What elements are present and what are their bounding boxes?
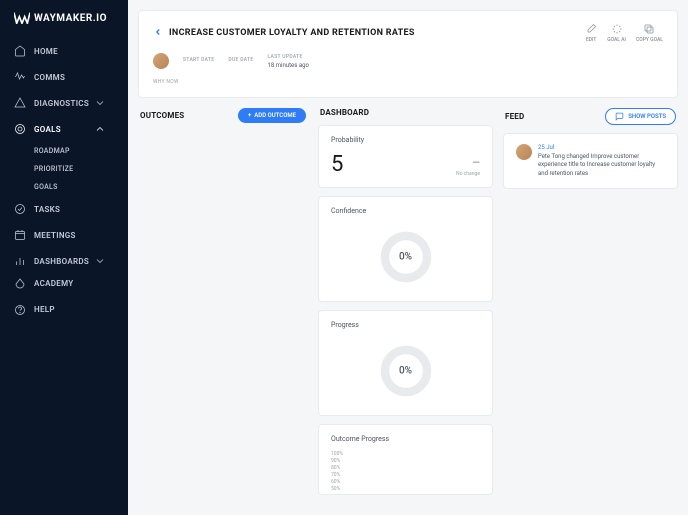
nav-sub-prioritize[interactable]: PRIORITIZE	[34, 160, 128, 178]
help-icon	[14, 304, 26, 316]
progress-gauge: 0%	[378, 343, 434, 399]
logo-icon	[14, 12, 30, 24]
axis-tick: 60%	[331, 479, 480, 485]
comment-icon	[615, 112, 624, 121]
probability-change-text: No change	[456, 171, 480, 177]
why-now-label[interactable]: WHY NOW	[153, 79, 663, 85]
nav-item-comms[interactable]: COMMS	[0, 64, 128, 90]
progress-label: Progress	[331, 321, 480, 329]
chevron-down-icon	[94, 255, 106, 267]
confidence-gauge: 0%	[378, 229, 434, 285]
probability-label: Probability	[331, 136, 480, 144]
last-update-label: LAST UPDATE	[268, 54, 309, 60]
header-actions: EDIT GOAL AI COPY GOAL	[585, 23, 663, 43]
axis-tick: 100%	[331, 451, 480, 457]
nav-item-help[interactable]: HELP	[0, 297, 128, 323]
progress-value: 0%	[399, 366, 412, 377]
diag-icon	[14, 97, 26, 109]
axis-tick: 90%	[331, 458, 480, 464]
outcome-progress-card: Outcome Progress 100%90%80%70%60%50%	[318, 424, 493, 495]
nav-sub-goals[interactable]: GOALS	[34, 178, 128, 196]
axis-tick: 80%	[331, 465, 480, 471]
dash-icon	[14, 255, 26, 267]
comms-icon	[14, 71, 26, 83]
dashboard-column: DASHBOARD Probability 5 — No change Conf…	[318, 108, 493, 505]
feed-column: FEED SHOW POSTS 25 Jul Pete Tong changed …	[503, 108, 678, 505]
goal-title: INCREASE CUSTOMER LOYALTY AND RETENTION …	[169, 28, 415, 38]
feed-item: 25 Jul Pete Tong changed Improve customer…	[516, 144, 665, 178]
nav-item-meetings[interactable]: MEETINGS	[0, 222, 128, 248]
logo-text: WAYMAKER.IO	[34, 13, 107, 24]
start-date-label: START DATE	[183, 57, 214, 63]
outcomes-column: OUTCOMES + ADD OUTCOME	[138, 108, 308, 505]
copy-icon	[643, 23, 655, 35]
nav-item-home[interactable]: HOME	[0, 38, 128, 64]
axis-tick: 70%	[331, 472, 480, 478]
probability-change-symbol: —	[472, 158, 480, 169]
chevron-up-icon	[94, 123, 106, 135]
feed-date: 25 Jul	[538, 144, 665, 151]
feed-card: 25 Jul Pete Tong changed Improve customer…	[503, 133, 678, 189]
edit-action[interactable]: EDIT	[585, 23, 597, 43]
outcomes-title: OUTCOMES	[140, 111, 184, 120]
nav-item-dashboards[interactable]: DASHBOARDS	[0, 248, 128, 271]
home-icon	[14, 45, 26, 57]
goal-header: INCREASE CUSTOMER LOYALTY AND RETENTION …	[138, 10, 678, 98]
feed-avatar[interactable]	[516, 144, 532, 160]
nav-item-tasks[interactable]: TASKS	[0, 196, 128, 222]
edit-icon	[585, 23, 597, 35]
axis-tick: 50%	[331, 486, 480, 492]
show-posts-button[interactable]: SHOW POSTS	[605, 108, 676, 125]
confidence-value: 0%	[399, 252, 412, 263]
goals-icon	[14, 123, 26, 135]
dashboard-title: DASHBOARD	[320, 108, 369, 117]
nav-item-academy[interactable]: ACADEMY	[0, 271, 128, 297]
feed-text: Pete Tong changed Improve customer exper…	[538, 153, 665, 178]
feed-title: FEED	[505, 112, 524, 121]
confidence-label: Confidence	[331, 207, 480, 215]
back-button[interactable]	[153, 26, 163, 40]
due-date-label: DUE DATE	[228, 57, 253, 63]
confidence-card: Confidence 0%	[318, 196, 493, 302]
last-update-value: 18 minutes ago	[268, 62, 309, 69]
probability-value: 5	[331, 152, 343, 177]
nav-item-goals[interactable]: GOALS	[0, 116, 128, 142]
outcome-progress-label: Outcome Progress	[331, 435, 480, 443]
progress-card: Progress 0%	[318, 310, 493, 416]
plus-icon: +	[248, 112, 251, 119]
copy-goal-action[interactable]: COPY GOAL	[636, 23, 663, 43]
meetings-icon	[14, 229, 26, 241]
logo: WAYMAKER.IO	[0, 12, 128, 38]
nav-main: HOMECOMMSDIAGNOSTICSGOALSROADMAPPRIORITI…	[0, 38, 128, 271]
goal-ai-action[interactable]: GOAL AI	[607, 23, 626, 43]
tasks-icon	[14, 203, 26, 215]
add-outcome-button[interactable]: + ADD OUTCOME	[238, 108, 306, 123]
sidebar: WAYMAKER.IO HOMECOMMSDIAGNOSTICSGOALSROA…	[0, 0, 128, 515]
nav-sub-roadmap[interactable]: ROADMAP	[34, 142, 128, 160]
outcome-progress-axis: 100%90%80%70%60%50%	[331, 451, 480, 492]
owner-avatar[interactable]	[153, 53, 169, 69]
probability-card: Probability 5 — No change	[318, 125, 493, 188]
academy-icon	[14, 278, 26, 290]
nav-bottom: ACADEMYHELP	[0, 271, 128, 504]
ai-icon	[611, 23, 623, 35]
nav-item-diagnostics[interactable]: DIAGNOSTICS	[0, 90, 128, 116]
main: INCREASE CUSTOMER LOYALTY AND RETENTION …	[128, 0, 688, 515]
chevron-down-icon	[94, 97, 106, 109]
